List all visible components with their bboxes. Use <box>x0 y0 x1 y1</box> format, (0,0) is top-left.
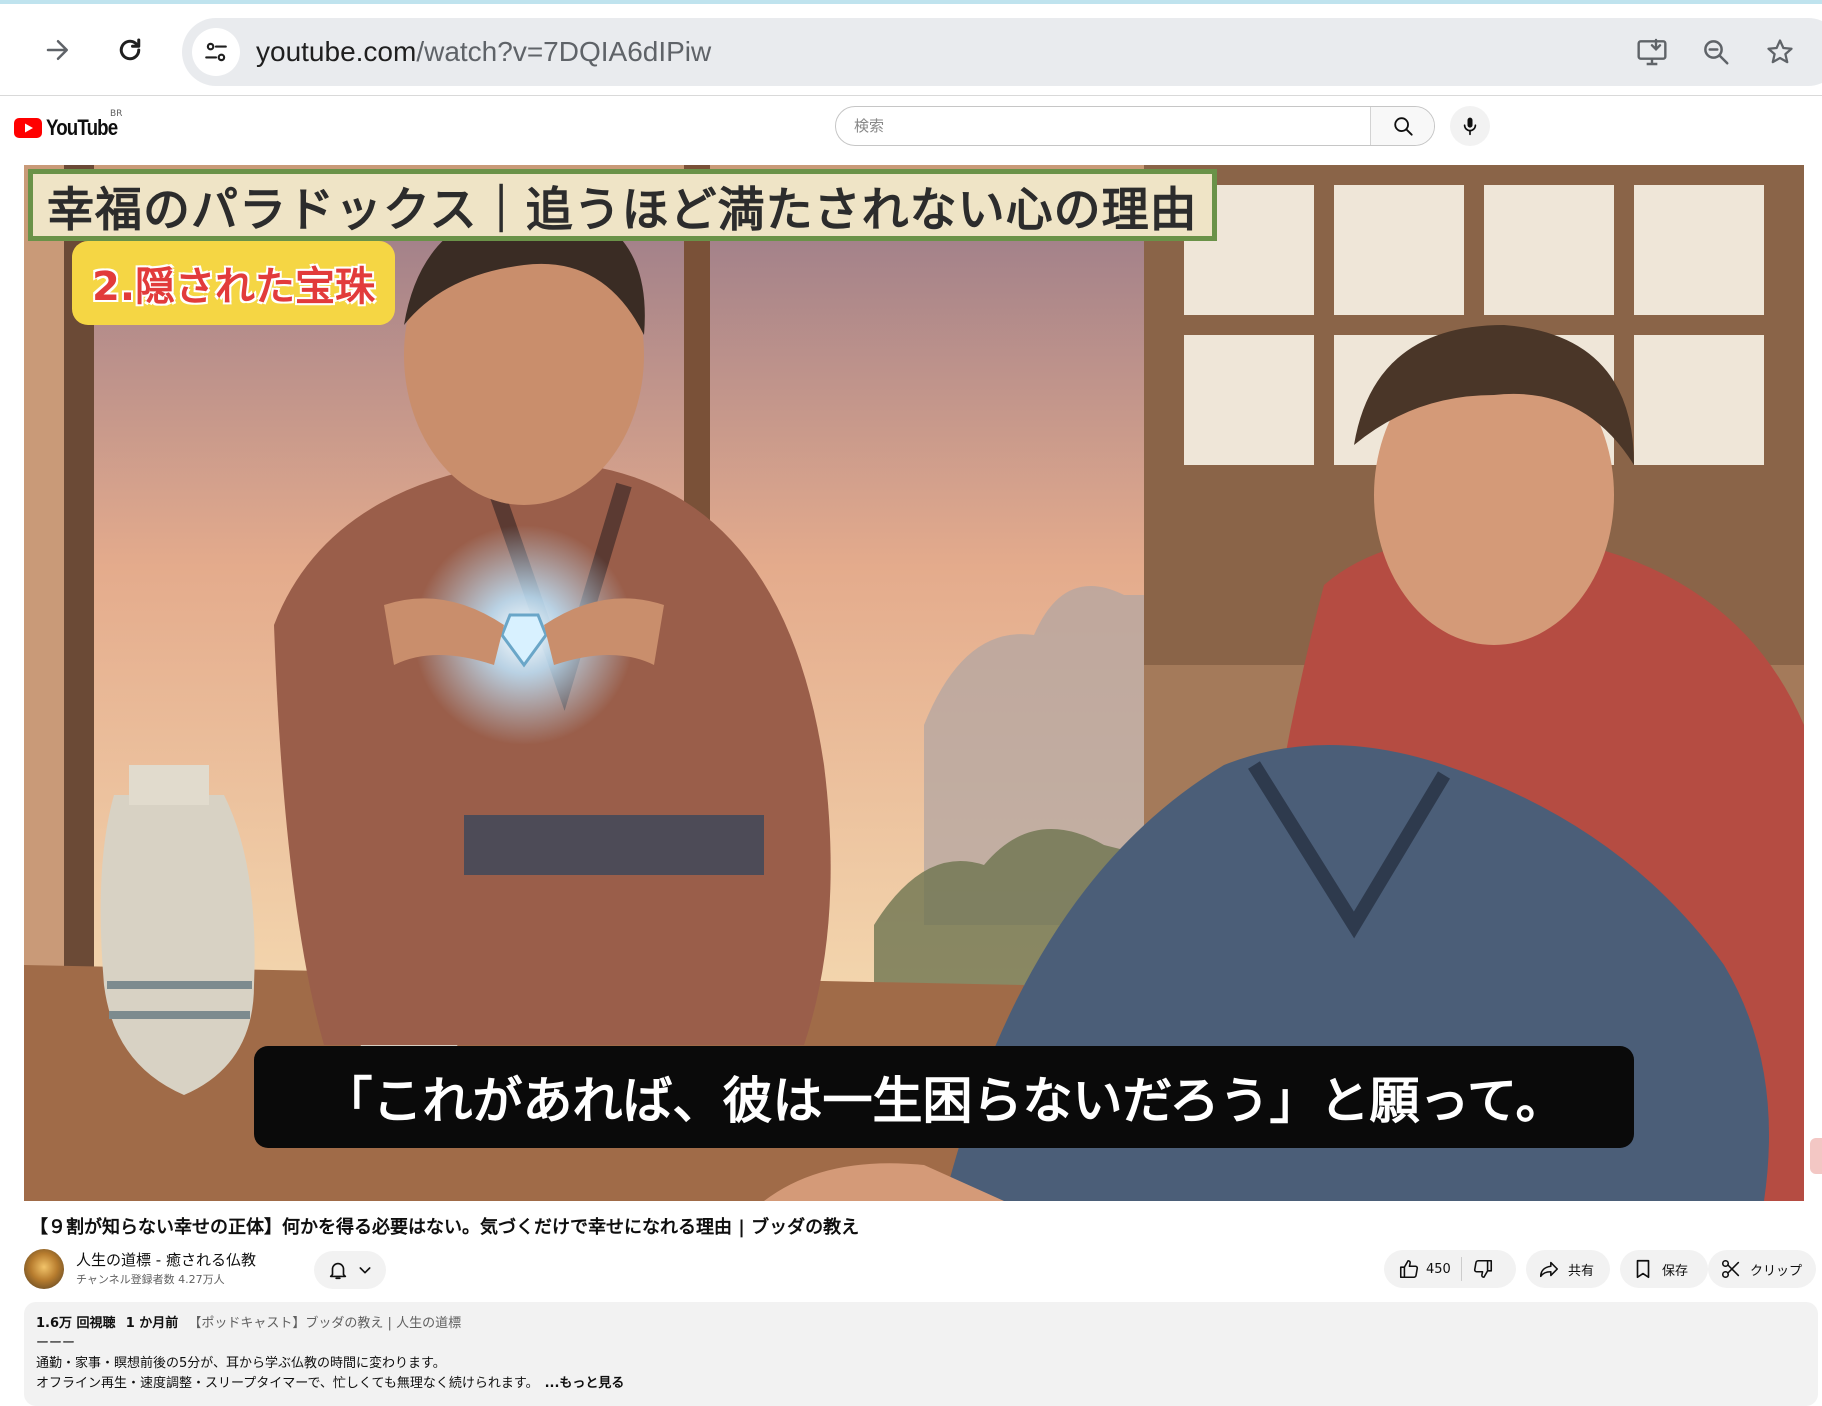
clip-label: クリップ <box>1750 1263 1803 1279</box>
reload-icon <box>119 38 141 61</box>
share-label: 共有 <box>1568 1263 1595 1279</box>
zoom-icon <box>1704 40 1729 65</box>
star-icon <box>1767 39 1793 64</box>
description-line-1: 通勤・家事・瞑想前後の5分が、耳から学ぶ仏教の時間に変わります。 <box>36 1356 446 1371</box>
chevron-down-icon <box>359 1267 371 1274</box>
clip-button[interactable]: クリップ <box>1708 1250 1816 1288</box>
address-bar[interactable]: youtube.com/watch?v=7DQIA6dIPiw <box>182 18 1822 86</box>
search-box <box>835 106 1435 146</box>
description-line-2: オフライン再生・速度調整・スリープタイマーで、忙しくても無理なく続けられます。.… <box>36 1374 1806 1394</box>
region-code: BR <box>110 109 123 119</box>
notification-bell-button[interactable] <box>314 1251 386 1289</box>
url-path: /watch?v=7DQIA6dIPiw <box>416 36 712 67</box>
chapter-label: 2.隠された宝珠 <box>72 241 396 325</box>
upload-age: 1 か月前 <box>125 1316 179 1331</box>
video-title: 【９割が知らない幸せの正体】何かを得る必要はない。気づくだけで幸せになれる理由 … <box>30 1217 860 1238</box>
youtube-wordmark: YouTube <box>46 115 118 140</box>
youtube-play-logo-icon <box>14 118 42 138</box>
save-label: 保存 <box>1662 1263 1689 1279</box>
bell-icon <box>329 1262 347 1280</box>
description-box[interactable]: 1.6万 回視聴 1 か月前 【ポッドキャスト】ブッダの教え | 人生の道標 ー… <box>24 1302 1818 1406</box>
tune-icon <box>205 42 227 62</box>
description-line-2-text: オフライン再生・速度調整・スリープタイマーで、忙しくても無理なく続けられます。 <box>36 1376 539 1391</box>
channel-name[interactable]: 人生の道標 - 癒される仏教 <box>76 1249 256 1270</box>
reload-button[interactable] <box>104 24 156 76</box>
thumb-up-icon <box>1399 1259 1419 1279</box>
bookmark-star-button[interactable] <box>1760 32 1800 72</box>
like-count: 450 <box>1426 1261 1451 1277</box>
scissors-icon <box>1721 1259 1740 1279</box>
search-input[interactable] <box>836 107 1371 145</box>
arrow-forward-icon <box>46 40 68 60</box>
description-meta: 1.6万 回視聴 1 か月前 【ポッドキャスト】ブッダの教え | 人生の道標 <box>36 1314 1806 1334</box>
install-app-icon <box>1637 38 1667 66</box>
search-icon <box>1393 117 1413 136</box>
forward-button[interactable] <box>32 24 84 76</box>
mic-icon <box>1463 117 1477 136</box>
share-button[interactable]: 共有 <box>1526 1250 1610 1288</box>
install-app-button[interactable] <box>1632 32 1672 72</box>
browser-toolbar: youtube.com/watch?v=7DQIA6dIPiw <box>0 4 1822 96</box>
site-info-button[interactable] <box>192 28 240 76</box>
url-text[interactable]: youtube.com/watch?v=7DQIA6dIPiw <box>256 36 711 68</box>
description-divider: ーーー <box>36 1336 76 1351</box>
show-more-link[interactable]: ...もっと見る <box>545 1376 625 1391</box>
share-icon <box>1539 1261 1559 1278</box>
caption-subtitle: 「これがあれば、彼は一生困らないだろう」と願って。 <box>254 1046 1634 1148</box>
bookmark-icon <box>1636 1259 1650 1279</box>
side-panel-tab[interactable] <box>1810 1138 1822 1174</box>
save-button[interactable]: 保存 <box>1620 1250 1708 1288</box>
channel-owner-row: 人生の道標 - 癒される仏教 チャンネル登録者数 4.27万人 <box>24 1247 624 1291</box>
video-player[interactable]: 幸福のパラドックス｜追うほど満たされない心の理由 2.隠された宝珠 「これがあれ… <box>24 165 1804 1201</box>
zoom-button[interactable] <box>1696 32 1736 72</box>
url-host: youtube.com <box>256 36 417 67</box>
thumb-down-icon <box>1473 1259 1492 1279</box>
youtube-masthead: YouTube BR <box>0 97 1822 157</box>
like-divider <box>1460 1257 1462 1281</box>
like-button[interactable]: 450 <box>1384 1250 1451 1288</box>
view-count: 1.6万 回視聴 <box>36 1316 116 1331</box>
voice-search-button[interactable] <box>1450 106 1490 146</box>
like-dislike-group: 450 <box>1384 1250 1516 1288</box>
dislike-button[interactable] <box>1472 1250 1494 1288</box>
subscriber-count: チャンネル登録者数 4.27万人 <box>76 1273 225 1286</box>
search-button[interactable] <box>1370 107 1434 145</box>
channel-avatar[interactable] <box>24 1249 64 1289</box>
video-title-banner: 幸福のパラドックス｜追うほど満たされない心の理由 <box>28 169 1217 241</box>
description-tags[interactable]: 【ポッドキャスト】ブッダの教え | 人生の道標 <box>188 1316 461 1331</box>
